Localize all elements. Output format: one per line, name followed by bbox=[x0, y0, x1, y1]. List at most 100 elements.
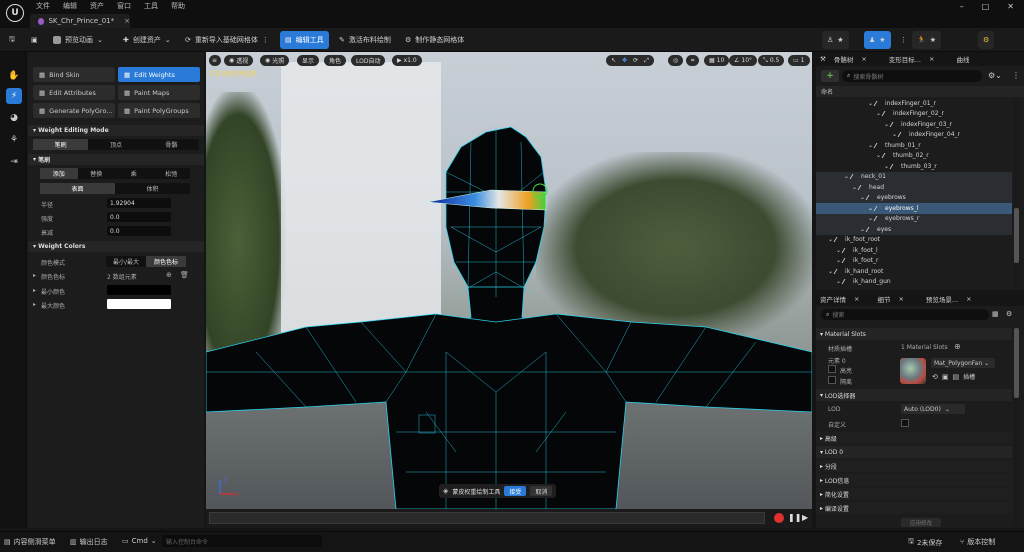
expand-icon[interactable]: ▸ bbox=[33, 301, 36, 308]
max-color-swatch[interactable] bbox=[107, 299, 171, 309]
chevron-down-icon[interactable]: ⌄ bbox=[876, 110, 881, 117]
lod-info-header[interactable]: ▸ LOD信息 bbox=[816, 474, 1012, 486]
weight-colors-header[interactable]: ▾ Weight Colors bbox=[28, 241, 204, 252]
accept-button[interactable]: 接受 bbox=[504, 486, 527, 496]
trash-icon[interactable]: 🗑 bbox=[180, 271, 189, 279]
reduction-header[interactable]: ▸ 简化设置 bbox=[816, 488, 1012, 500]
menu-window[interactable]: 窗口 bbox=[117, 1, 131, 11]
close-icon[interactable]: × bbox=[898, 295, 903, 303]
reset-icon[interactable]: ⟲ bbox=[932, 373, 938, 381]
document-tab[interactable]: SK_Chr_Prince_01* × bbox=[30, 14, 130, 28]
generate-polygroups-button[interactable]: ▦ Generate PolyGro... bbox=[33, 103, 115, 118]
paint-polygroups-button[interactable]: ▦ Paint PolyGroups bbox=[118, 103, 200, 118]
custom-checkbox[interactable] bbox=[901, 419, 909, 427]
close-icon[interactable]: × bbox=[854, 295, 859, 303]
apply-changes-button[interactable]: 应用修改 bbox=[901, 518, 941, 527]
bone-row[interactable]: ⌄ eyebrows bbox=[816, 192, 1012, 203]
highlight-checkbox[interactable] bbox=[828, 365, 836, 373]
chevron-down-icon[interactable]: ⌄ bbox=[868, 215, 873, 222]
edit-attributes-button[interactable]: ▦ Edit Attributes bbox=[33, 85, 115, 100]
weight-tool-icon[interactable]: ⚡ bbox=[6, 88, 22, 104]
forward-icon[interactable]: ▶ bbox=[802, 513, 808, 522]
edit-tools-button[interactable]: ▤ 编辑工具 bbox=[280, 31, 329, 49]
skeleton-mode-button[interactable]: ♙ ★ bbox=[822, 31, 849, 49]
chevron-down-icon[interactable]: ⌄ bbox=[828, 236, 833, 243]
save-button[interactable]: 🖫 bbox=[4, 31, 20, 49]
material-thumbnail[interactable] bbox=[900, 358, 926, 384]
chevron-down-icon[interactable]: ⌄ bbox=[844, 173, 849, 180]
timeline-scrubber[interactable] bbox=[209, 512, 765, 524]
bone-row[interactable]: ⌄ eyebrows_r bbox=[816, 213, 1012, 224]
output-log-button[interactable]: ▥ 输出日志 bbox=[70, 537, 108, 547]
weight-editing-mode-header[interactable]: ▾ Weight Editing Mode bbox=[28, 125, 204, 136]
preview-anim-button[interactable]: 预览动画 ⌄ bbox=[48, 31, 108, 49]
record-icon[interactable] bbox=[774, 513, 784, 523]
bone-row[interactable]: ⌄ indexFinger_04_r bbox=[816, 130, 1012, 141]
details-search[interactable]: ⌕ 搜索 bbox=[821, 309, 989, 320]
scrollbar[interactable] bbox=[1014, 98, 1019, 288]
grid-snap-button[interactable]: ▦ 10 bbox=[704, 55, 730, 66]
tab-details[interactable]: 细节 bbox=[877, 294, 890, 304]
character-button[interactable]: 角色 bbox=[324, 55, 347, 66]
paint-tool-icon[interactable]: ◕ bbox=[6, 110, 22, 126]
surface-snap-button[interactable]: ⌗ bbox=[686, 55, 700, 66]
bone-row[interactable]: ⌄ head bbox=[816, 182, 1012, 193]
speed-button[interactable]: ▶ x1.0 bbox=[392, 55, 422, 66]
mode-bone[interactable]: 骨骼 bbox=[144, 139, 199, 150]
isolate-checkbox[interactable] bbox=[828, 376, 836, 384]
table-view-icon[interactable]: ▦ bbox=[992, 310, 999, 318]
character-mesh[interactable]: z x bbox=[206, 52, 812, 509]
add-bone-button[interactable]: + bbox=[821, 70, 839, 82]
show-button[interactable]: 显示 bbox=[297, 55, 320, 66]
settings-button[interactable]: ⚙ bbox=[978, 31, 995, 49]
gear-icon[interactable]: ⚙⌄ bbox=[988, 71, 1002, 80]
create-asset-button[interactable]: ✚ 创建资产 ⌄ bbox=[118, 31, 176, 49]
brush-op-replace[interactable]: 替换 bbox=[78, 168, 116, 179]
bone-row[interactable]: ⌄ eyes bbox=[816, 224, 1012, 235]
details-scrollbar[interactable] bbox=[1014, 328, 1019, 526]
menu-edit[interactable]: 编辑 bbox=[63, 1, 77, 11]
bind-skin-button[interactable]: ▦ Bind Skin bbox=[33, 67, 115, 82]
use-selected-icon[interactable]: ▤ bbox=[953, 373, 960, 381]
mode-brush[interactable]: 笔刷 bbox=[33, 139, 89, 150]
more-icon[interactable]: ⋮ bbox=[1012, 71, 1020, 80]
unreal-logo-icon[interactable]: U bbox=[6, 4, 24, 22]
add-element-icon[interactable]: ⊕ bbox=[166, 271, 172, 279]
mode-options-button[interactable]: ⋮ bbox=[895, 31, 912, 49]
unsaved-button[interactable]: 🖫 2未保存 bbox=[908, 537, 942, 548]
bone-row[interactable]: ⌄ indexFinger_03_r bbox=[816, 119, 1012, 130]
cancel-button[interactable]: 取消 bbox=[530, 486, 553, 496]
brush-op-add[interactable]: 添加 bbox=[40, 168, 78, 179]
bone-row[interactable]: ⌄ ik_hand_gun bbox=[816, 277, 1012, 288]
bone-row[interactable]: ⌄ thumb_02_r bbox=[816, 151, 1012, 162]
menu-tools[interactable]: 工具 bbox=[144, 1, 158, 11]
export-tool-icon[interactable]: ⇥ bbox=[6, 154, 22, 170]
build-header[interactable]: ▸ 编译设置 bbox=[816, 502, 1012, 514]
menu-asset[interactable]: 资产 bbox=[90, 1, 104, 11]
mesh-mode-button[interactable]: ♟ ★ bbox=[864, 31, 891, 49]
browse-icon[interactable]: ▣ bbox=[942, 373, 949, 381]
scale-icon[interactable]: ⤢ bbox=[644, 57, 649, 65]
close-icon[interactable]: × bbox=[861, 55, 866, 63]
bone-row[interactable]: ⌄ thumb_03_r bbox=[816, 161, 1012, 172]
sections-header[interactable]: ▸ 分段 bbox=[816, 460, 1012, 472]
menu-help[interactable]: 帮助 bbox=[171, 1, 185, 11]
viewport[interactable]: z x ≡ ◉ 透视 ◉ 光照 显示 角色 LOD自动 ▶ x1.0 正在预览参考姿势… bbox=[206, 52, 812, 528]
close-icon[interactable]: × bbox=[966, 295, 971, 303]
advanced-header[interactable]: ▸ 高级 bbox=[816, 432, 1012, 444]
animation-mode-button[interactable]: 🏃 ★ bbox=[912, 31, 941, 49]
viewport-menu-button[interactable]: ≡ bbox=[209, 55, 221, 66]
maximize-icon[interactable]: □ bbox=[982, 2, 990, 11]
lighting-button[interactable]: ◉ 光照 bbox=[260, 55, 290, 66]
add-slot-icon[interactable]: ⊕ bbox=[954, 342, 961, 351]
select-icon[interactable]: ↖ bbox=[611, 57, 616, 64]
brush-op-multiply[interactable]: 乘 bbox=[115, 168, 153, 179]
mode-vertex[interactable]: 顶点 bbox=[88, 139, 143, 150]
reimport-button[interactable]: ⟳ 重新导入基础网格体 ⋮ bbox=[180, 31, 274, 49]
area-surface[interactable]: 表面 bbox=[40, 183, 115, 194]
bone-row[interactable]: ⌄ indexFinger_02_r bbox=[816, 109, 1012, 120]
chevron-down-icon[interactable]: ⌄ bbox=[876, 152, 881, 159]
deform-tool-icon[interactable]: ⚘ bbox=[6, 132, 22, 148]
camera-speed-button[interactable]: ▭ 1 bbox=[788, 55, 810, 66]
close-icon[interactable]: × bbox=[929, 55, 934, 63]
